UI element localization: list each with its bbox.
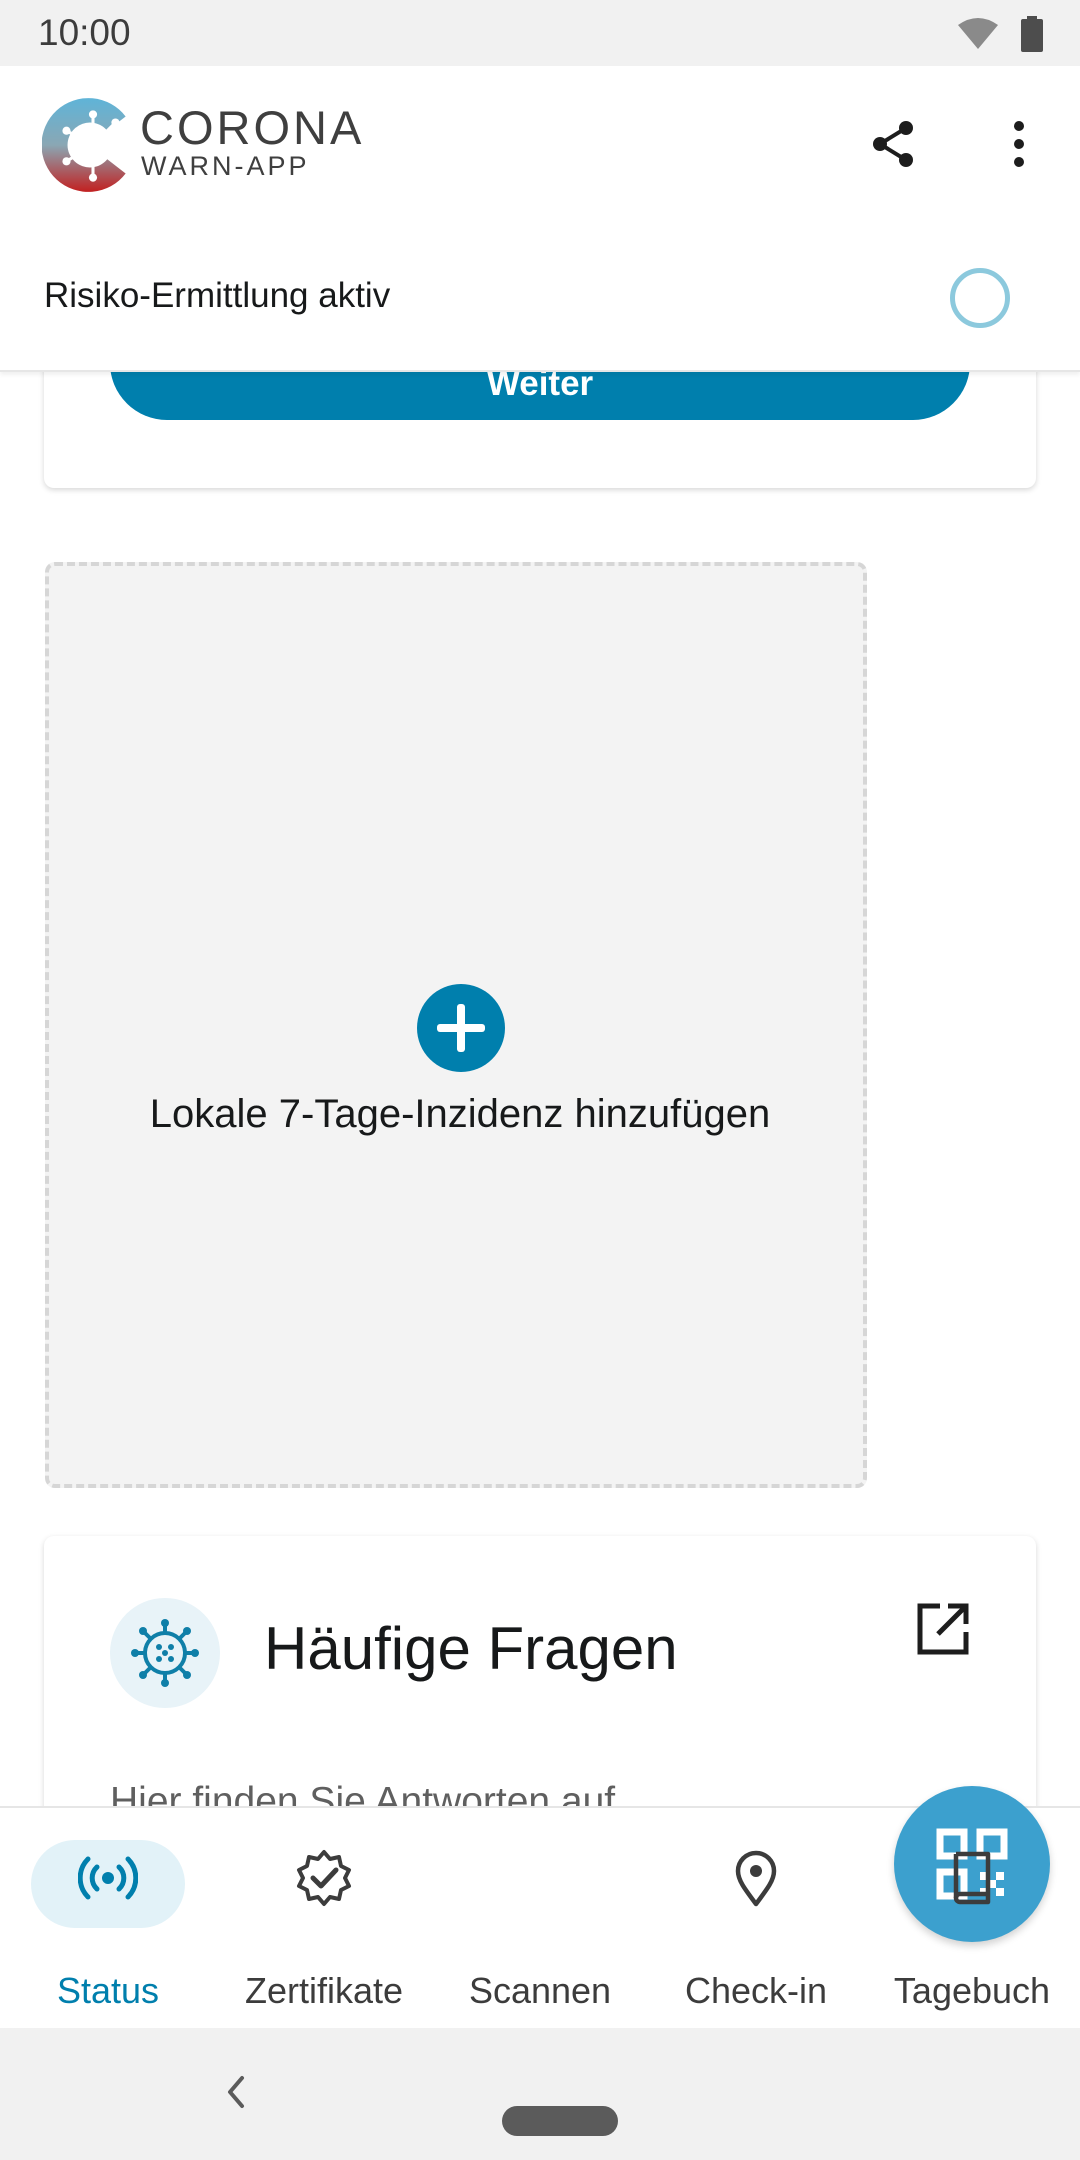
weiter-button[interactable]: Weiter xyxy=(110,372,970,420)
add-local-incidence-label: Lokale 7-Tage-Inzidenz hinzufügen xyxy=(149,1092,771,1136)
nav-label-checkin: Check-in xyxy=(684,1970,828,2011)
faq-card[interactable]: Häufige Fragen Hier finden Sie Antworten… xyxy=(44,1536,1036,1806)
plus-icon[interactable] xyxy=(417,984,505,1072)
risk-detection-row[interactable]: Risiko-Ermittlung aktiv xyxy=(0,228,1080,372)
back-chevron-icon[interactable] xyxy=(220,2070,250,2114)
risk-progress-ring-icon xyxy=(950,268,1010,328)
more-vert-icon[interactable] xyxy=(998,116,1040,172)
share-icon[interactable] xyxy=(866,116,922,172)
status-bar: 10:00 xyxy=(0,0,1080,66)
open-external-icon[interactable] xyxy=(914,1600,972,1658)
brand-subtitle: WARN-APP xyxy=(141,151,310,181)
faq-title: Häufige Fragen xyxy=(264,1615,678,1682)
nav-label-scannen: Scannen xyxy=(468,1970,612,2011)
risk-detection-label: Risiko-Ermittlung aktiv xyxy=(44,276,391,315)
brand-name: CORONA xyxy=(140,101,365,154)
status-time: 10:00 xyxy=(38,12,131,53)
home-pill[interactable] xyxy=(502,2106,618,2136)
faq-description: Hier finden Sie Antworten auf xyxy=(110,1780,616,1806)
faq-icon-wrap xyxy=(110,1598,220,1708)
bottom-navigation: Status Zertifikate Scannen Check-in Tage… xyxy=(0,1786,1080,2030)
battery-icon xyxy=(1021,16,1043,52)
home-content[interactable]: Weiter Lokale 7-Tage-Inzidenz hinzufügen xyxy=(0,372,1080,1806)
nav-item-zertifikate[interactable]: Zertifikate xyxy=(216,1808,432,2030)
add-local-incidence-card[interactable]: Lokale 7-Tage-Inzidenz hinzufügen xyxy=(45,562,867,1488)
location-pin-icon xyxy=(735,1850,777,1907)
book-icon xyxy=(953,1851,991,1905)
nav-item-status[interactable]: Status xyxy=(0,1808,216,2030)
status-radar-icon xyxy=(78,1856,138,1900)
nav-label-zertifikate: Zertifikate xyxy=(244,1970,404,2011)
nav-label-tagebuch: Tagebuch xyxy=(893,1970,1051,2011)
wifi-icon xyxy=(958,18,998,49)
virus-icon xyxy=(131,1619,199,1687)
nav-item-scannen[interactable]: Scannen xyxy=(432,1786,1050,2030)
certificate-badge-icon xyxy=(297,1850,351,1906)
status-icons xyxy=(956,16,1044,52)
nav-item-tagebuch[interactable]: Tagebuch xyxy=(864,1808,1080,2030)
system-navigation-bar xyxy=(0,2028,1080,2160)
nav-label-status: Status xyxy=(56,1970,160,2011)
app-bar: CORONA WARN-APP xyxy=(0,66,1080,228)
corona-warn-app-logo xyxy=(42,98,126,192)
nav-item-checkin[interactable]: Check-in xyxy=(648,1808,864,2030)
risk-card: Weiter xyxy=(44,372,1036,488)
